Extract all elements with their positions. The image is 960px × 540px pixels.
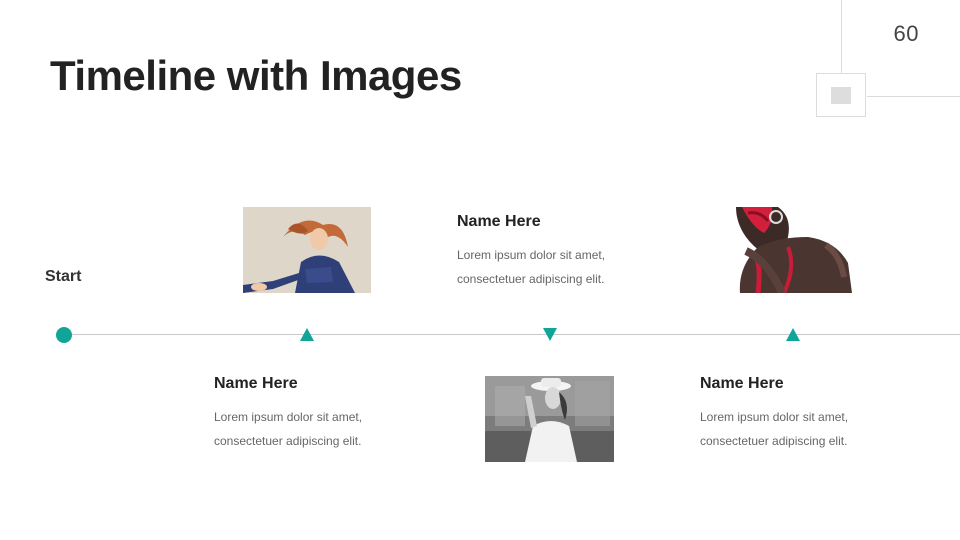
timeline-photo-2: [485, 376, 614, 462]
timeline-marker-up-1: [300, 328, 314, 341]
timeline-item-name: Name Here: [457, 213, 541, 230]
page-number: 60: [893, 21, 919, 46]
timeline-marker-up-3: [786, 328, 800, 341]
timeline-item-1: Name Here Lorem ipsum dolor sit amet, co…: [214, 375, 414, 453]
timeline-item-description: Lorem ipsum dolor sit amet, consectetuer…: [700, 410, 849, 448]
corner-square-inner: [831, 87, 851, 104]
timeline-start-label: Start: [45, 268, 82, 285]
timeline-item-name: Name Here: [700, 375, 784, 392]
timeline-item-name: Name Here: [214, 375, 298, 392]
timeline-start-dot: [56, 327, 72, 343]
corner-square-decoration: [816, 73, 866, 117]
timeline-photo-3: [728, 207, 856, 293]
timeline-axis-line: [64, 334, 960, 335]
timeline-marker-down-2: [543, 328, 557, 341]
corner-horizontal-line: [867, 96, 960, 97]
timeline-item-3: Name Here Lorem ipsum dolor sit amet, co…: [700, 375, 900, 453]
timeline-item-2: Name Here Lorem ipsum dolor sit amet, co…: [457, 213, 657, 291]
slide-title: Timeline with Images: [50, 52, 462, 99]
timeline-item-description: Lorem ipsum dolor sit amet, consectetuer…: [457, 248, 606, 286]
timeline-item-description: Lorem ipsum dolor sit amet, consectetuer…: [214, 410, 363, 448]
timeline-photo-1: [243, 207, 371, 293]
